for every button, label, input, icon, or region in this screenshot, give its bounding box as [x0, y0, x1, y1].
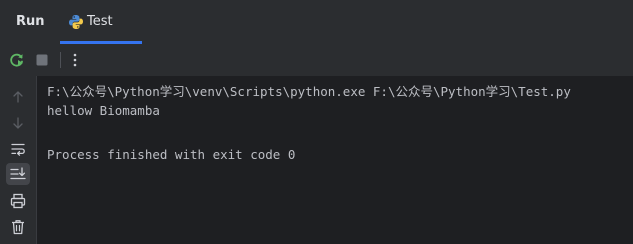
python-icon: [68, 14, 84, 30]
scroll-to-end-icon[interactable]: [6, 163, 30, 185]
toolbar-separator: [60, 52, 61, 68]
tool-window-header: Run Test: [0, 0, 633, 44]
console-line-exit-status: Process finished with exit code 0: [47, 147, 296, 162]
arrow-down-icon[interactable]: [9, 114, 27, 132]
stop-icon[interactable]: [33, 51, 51, 69]
soft-wrap-icon[interactable]: [9, 140, 27, 158]
more-options-icon[interactable]: [66, 51, 84, 69]
console-line-output: hellow Biomamba: [47, 103, 160, 118]
trash-icon[interactable]: [9, 218, 27, 236]
tool-window-title: Run: [16, 14, 45, 29]
run-toolbar: [0, 44, 633, 76]
console-output[interactable]: F:\公众号\Python学习\venv\Scripts\python.exe …: [37, 76, 633, 244]
tab-test[interactable]: Test: [60, 0, 142, 44]
rerun-icon[interactable]: [8, 51, 26, 69]
print-icon[interactable]: [9, 192, 27, 210]
console-side-toolbar: [0, 76, 36, 244]
console-line-command: F:\公众号\Python学习\venv\Scripts\python.exe …: [47, 84, 571, 99]
tab-label: Test: [87, 14, 113, 29]
arrow-up-icon[interactable]: [9, 88, 27, 106]
